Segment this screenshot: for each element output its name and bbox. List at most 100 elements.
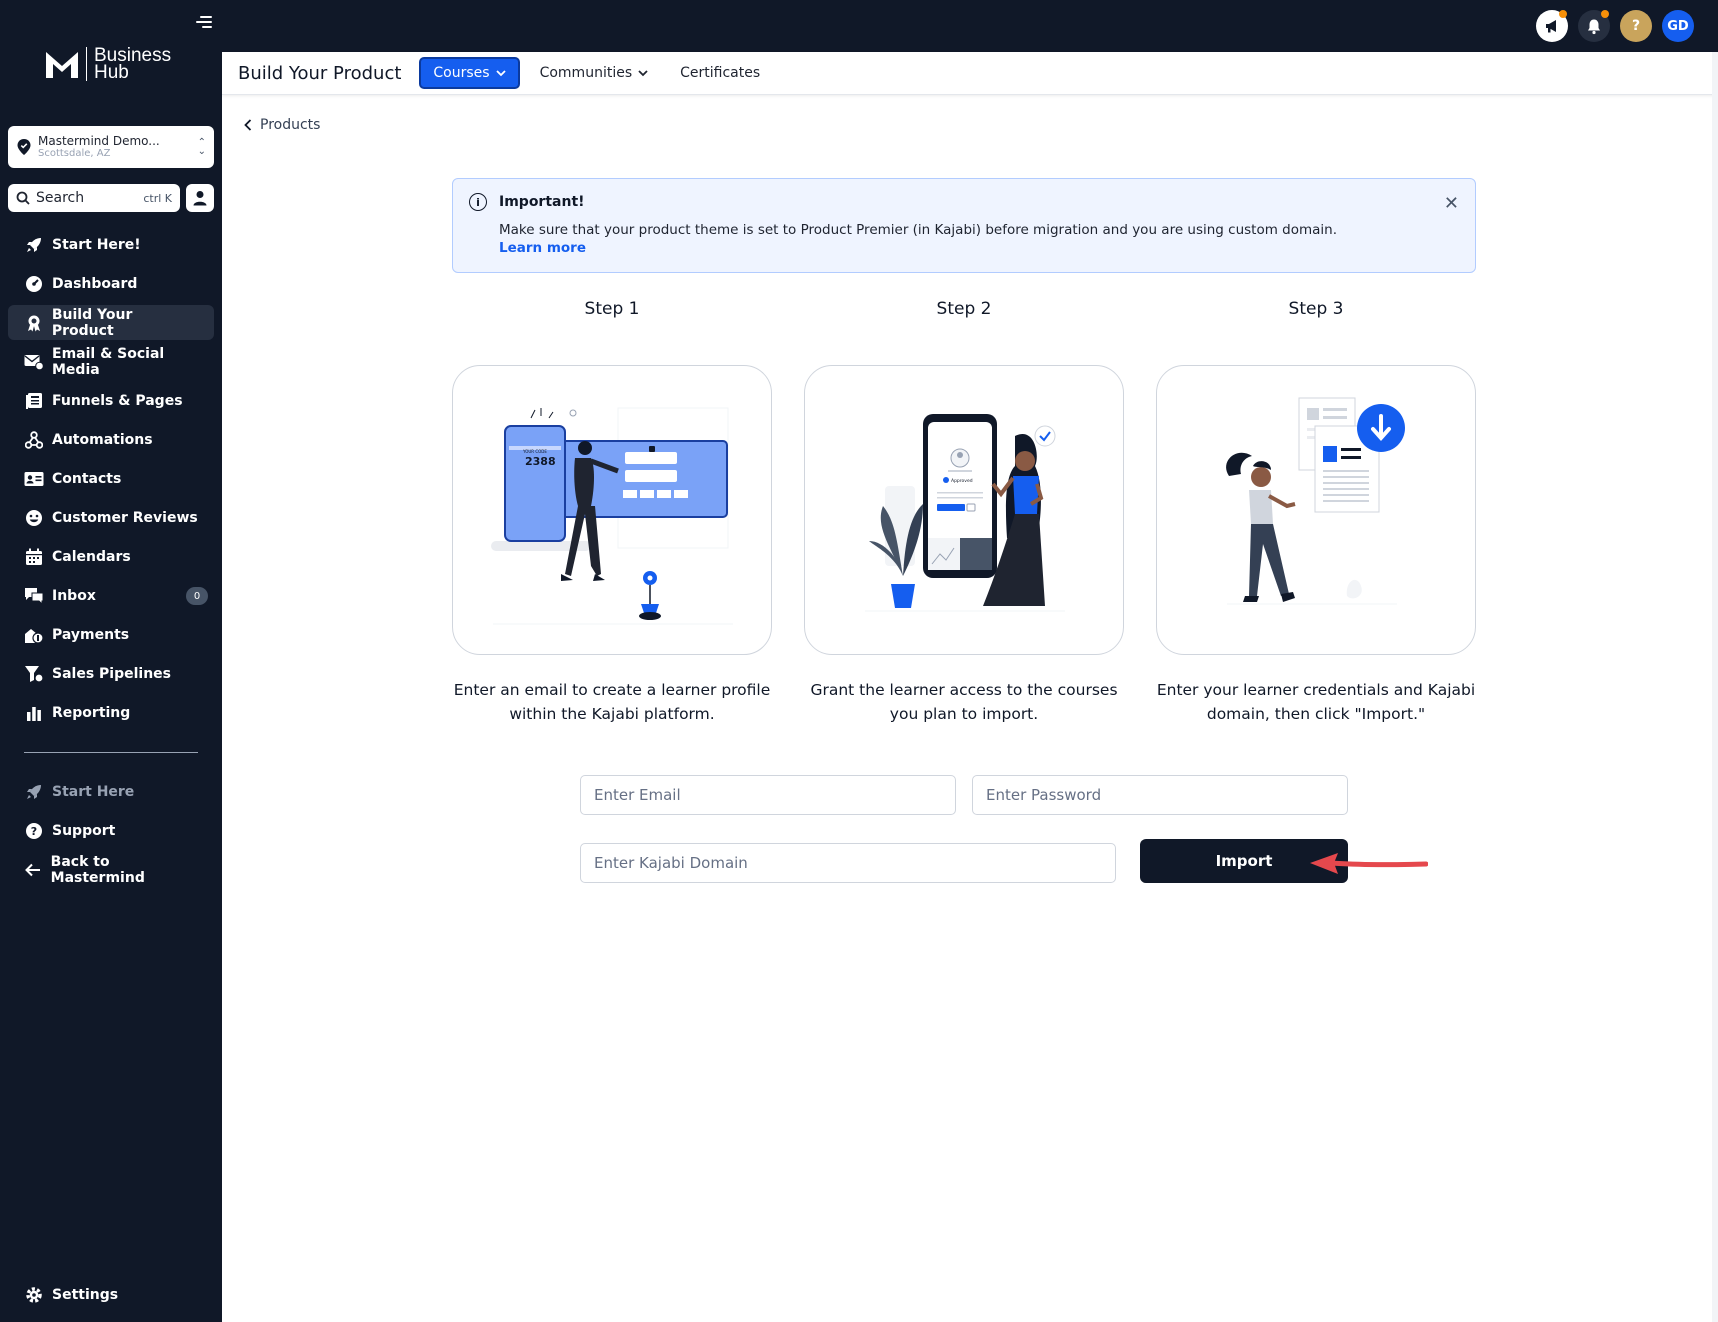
- step-2-illustration-card: Approved: [804, 365, 1124, 655]
- sidebar-bottom-nav: Start Here ? Support Back to Mastermind: [8, 774, 214, 891]
- sidebar-item-label: Settings: [52, 1286, 119, 1303]
- tab-courses[interactable]: Courses: [419, 57, 520, 89]
- sidebar: Business Hub Mastermind Demo... Scottsda…: [0, 0, 222, 1322]
- bar-chart-icon: [24, 703, 44, 723]
- arrow-left-icon: [24, 860, 43, 880]
- avatar-initials: GD: [1667, 18, 1689, 34]
- sidebar-item-start-here-secondary[interactable]: Start Here: [8, 774, 214, 809]
- your-code-value: 2388: [525, 455, 556, 468]
- funnel-icon: [24, 664, 44, 684]
- sidebar-item-sales-pipelines[interactable]: Sales Pipelines: [8, 656, 214, 691]
- user-icon: [193, 191, 207, 206]
- sidebar-item-support[interactable]: ? Support: [8, 813, 214, 848]
- sidebar-item-back-to-mastermind[interactable]: Back to Mastermind: [8, 852, 214, 887]
- account-location: Scottsdale, AZ: [38, 148, 111, 159]
- announcements-button[interactable]: [1536, 10, 1568, 42]
- sidebar-item-dashboard[interactable]: Dashboard: [8, 266, 214, 301]
- step-2-title: Step 2: [936, 299, 992, 319]
- sidebar-item-automations[interactable]: Automations: [8, 422, 214, 457]
- help-icon: ?: [1631, 18, 1641, 34]
- step-1-illustration-card: 2388 YOUR CODE: [452, 365, 772, 655]
- chevron-down-icon: [638, 69, 648, 76]
- workflow-icon: [24, 430, 44, 450]
- sidebar-item-label: Contacts: [52, 470, 122, 487]
- breadcrumb-products: Products: [260, 117, 321, 133]
- notification-dot: [1559, 10, 1567, 18]
- step-3-description: Enter your learner credentials and Kajab…: [1156, 681, 1476, 723]
- tab-communities[interactable]: Communities: [528, 57, 661, 89]
- calendar-icon: [24, 547, 44, 567]
- alert-title: Important!: [499, 194, 585, 210]
- bell-icon: [1588, 19, 1600, 34]
- top-bar: ? GD: [222, 0, 1718, 52]
- page-scrollbar[interactable]: [1712, 52, 1718, 1322]
- profile-button[interactable]: [186, 184, 214, 212]
- gear-icon: [24, 1285, 44, 1305]
- red-arrow-annotation-icon: [1310, 853, 1428, 874]
- award-icon: [24, 313, 44, 333]
- kajabi-domain-input[interactable]: Enter Kajabi Domain: [580, 843, 1116, 883]
- sidebar-nav: Start Here! Dashboard Build Your Product…: [8, 227, 214, 734]
- email-input[interactable]: Enter Email: [580, 775, 956, 815]
- approved-label: Approved: [951, 478, 973, 484]
- chat-icon: [24, 586, 44, 606]
- sidebar-item-label: Email & Social Media: [52, 345, 165, 378]
- page-title: Build Your Product: [238, 62, 402, 84]
- search-label: Search: [36, 190, 85, 206]
- sidebar-item-label: Back to Mastermind: [50, 853, 145, 886]
- rocket-icon: [24, 782, 44, 802]
- account-switcher[interactable]: Mastermind Demo... Scottsdale, AZ ⌃ ⌄: [8, 126, 214, 168]
- sidebar-item-payments[interactable]: Payments: [8, 617, 214, 652]
- search-shortcut: ctrl K: [143, 191, 172, 205]
- payments-icon: [24, 625, 44, 645]
- svg-text:?: ?: [31, 825, 37, 838]
- info-icon: i: [469, 193, 487, 211]
- megaphone-icon: [1546, 20, 1556, 33]
- sidebar-item-label: Dashboard: [52, 275, 138, 292]
- sub-nav: Build Your Product Courses Communities C…: [222, 52, 1718, 95]
- sidebar-item-label: Inbox: [52, 587, 96, 604]
- sidebar-item-label: Automations: [52, 431, 153, 448]
- brand-logo[interactable]: Business Hub: [44, 46, 171, 82]
- sidebar-item-label: Reporting: [52, 704, 131, 721]
- sidebar-item-customer-reviews[interactable]: Customer Reviews: [8, 500, 214, 535]
- alert-body: Make sure that your product theme is set…: [499, 222, 1338, 238]
- sidebar-item-label: Start Here!: [52, 236, 141, 253]
- contact-card-icon: [24, 469, 44, 489]
- mail-icon: [24, 352, 44, 372]
- notification-dot: [1601, 10, 1609, 18]
- chevron-updown-icon: ⌃ ⌄: [197, 137, 206, 157]
- chevron-left-icon: [244, 119, 252, 131]
- login-illustration: 2388 YOUR CODE: [491, 407, 733, 625]
- notifications-button[interactable]: [1578, 10, 1610, 42]
- sidebar-item-build-your-product[interactable]: Build Your Product: [8, 305, 214, 340]
- sidebar-item-funnels-pages[interactable]: Funnels & Pages: [8, 383, 214, 418]
- sidebar-item-email-social-media[interactable]: Email & Social Media: [8, 344, 214, 379]
- phone-approval-illustration: Approved: [865, 414, 1065, 612]
- search-icon: [16, 191, 30, 205]
- sidebar-item-calendars[interactable]: Calendars: [8, 539, 214, 574]
- sidebar-item-inbox[interactable]: Inbox 0: [8, 578, 214, 613]
- step-1-title: Step 1: [584, 299, 640, 319]
- help-button[interactable]: ?: [1620, 10, 1652, 42]
- sidebar-item-label: Sales Pipelines: [52, 665, 171, 682]
- search-button[interactable]: Search ctrl K: [8, 184, 180, 212]
- sidebar-item-contacts[interactable]: Contacts: [8, 461, 214, 496]
- step-2-description: Grant the learner access to the courses …: [810, 681, 1118, 723]
- breadcrumb[interactable]: Products: [244, 117, 320, 133]
- learn-more-link[interactable]: Learn more: [499, 240, 1459, 256]
- avatar[interactable]: GD: [1662, 10, 1694, 42]
- sidebar-item-reporting[interactable]: Reporting: [8, 695, 214, 730]
- sidebar-item-start-here[interactable]: Start Here!: [8, 227, 214, 262]
- close-icon[interactable]: ✕: [1444, 193, 1459, 214]
- password-input[interactable]: Enter Password: [972, 775, 1348, 815]
- brand-line-2: Hub: [94, 62, 129, 83]
- menu-toggle-icon[interactable]: [196, 16, 214, 32]
- inbox-count-badge: 0: [186, 587, 208, 605]
- sidebar-item-label: Funnels & Pages: [52, 392, 183, 409]
- brand-mark-icon: [46, 52, 78, 78]
- sidebar-item-label: Build Your Product: [51, 306, 133, 339]
- tab-certificates[interactable]: Certificates: [668, 57, 772, 89]
- location-pin-icon: [17, 139, 31, 155]
- sidebar-item-settings[interactable]: Settings: [8, 1277, 214, 1312]
